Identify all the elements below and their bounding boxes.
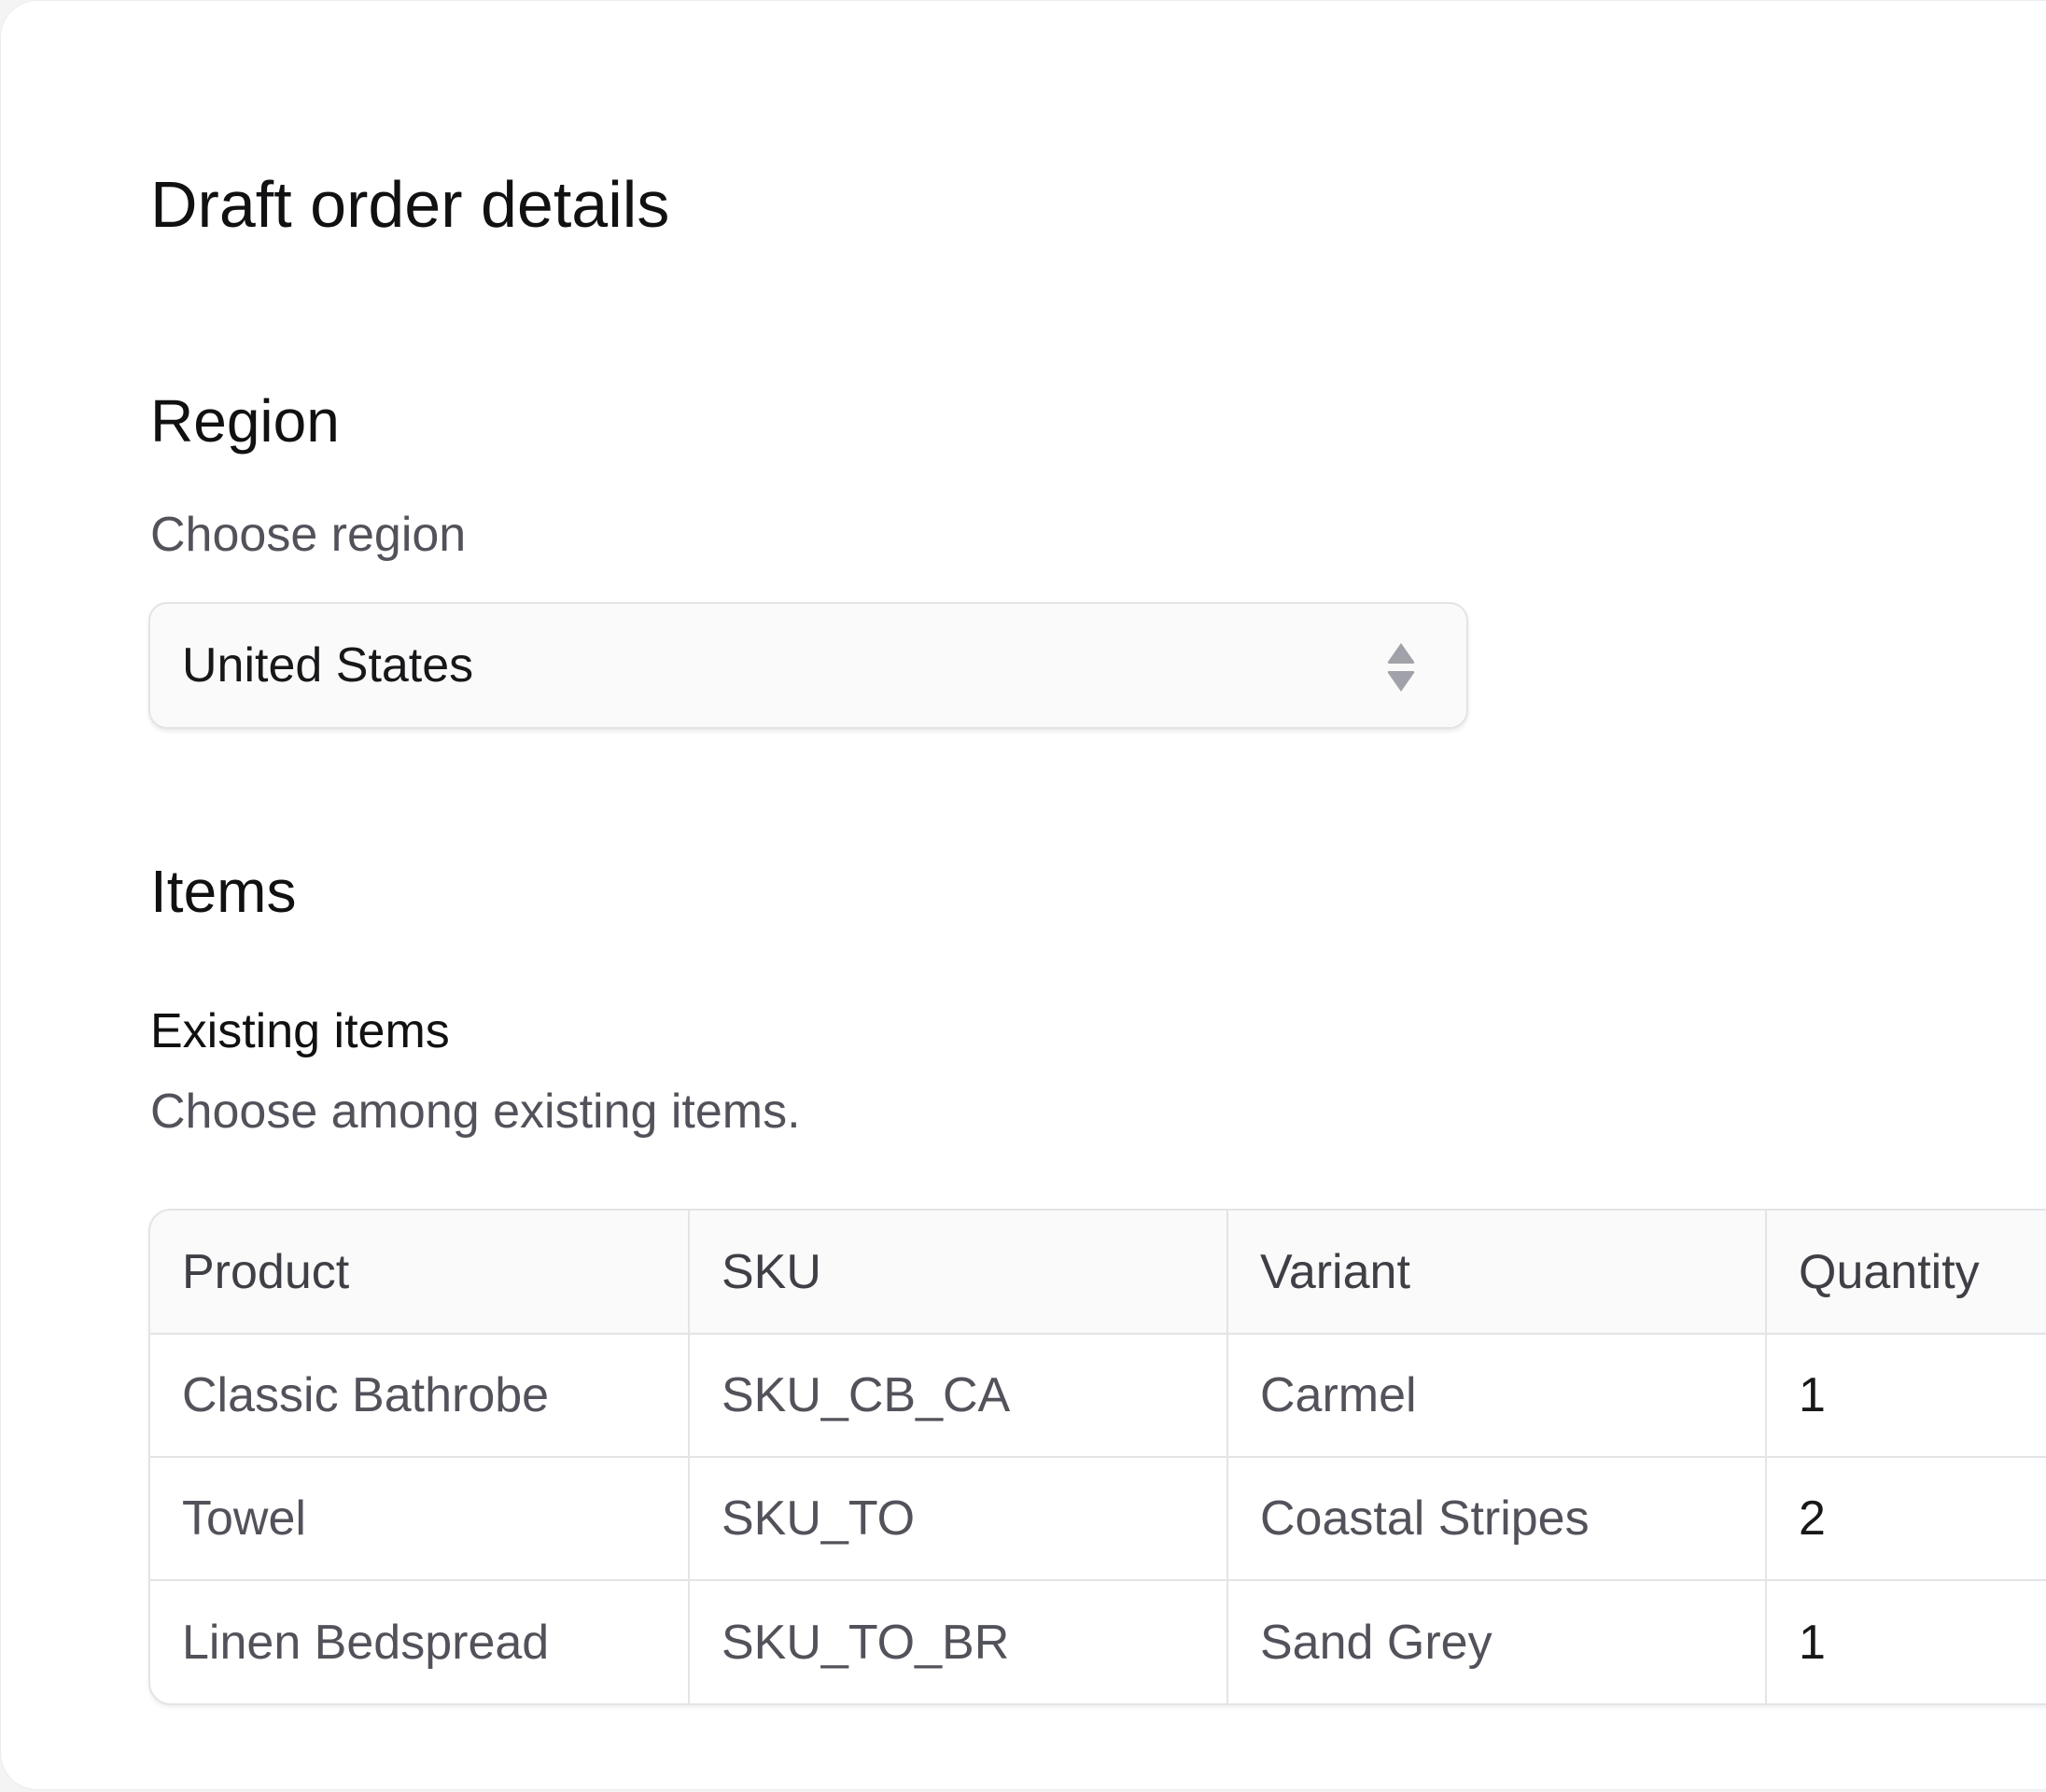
draft-order-card: Draft order details Region Choose region… — [0, 0, 2046, 1790]
existing-items-description: Choose among existing items. — [150, 1085, 801, 1139]
table-row[interactable]: Linen Bedspread SKU_TO_BR Sand Grey 1 — [150, 1580, 2046, 1703]
page-title: Draft order details — [150, 168, 670, 241]
chevron-up-down-icon — [1384, 639, 1418, 695]
cell-variant: Sand Grey — [1227, 1580, 1767, 1703]
cell-sku: SKU_TO — [689, 1457, 1228, 1581]
region-label: Choose region — [150, 508, 467, 562]
cell-variant: Carmel — [1227, 1334, 1767, 1458]
region-select[interactable]: United States — [148, 602, 1468, 729]
cell-sku: SKU_CB_CA — [689, 1334, 1228, 1458]
existing-items-table: Product SKU Variant Quantity Classic Bat… — [148, 1209, 2046, 1705]
existing-items-heading: Existing items — [150, 1004, 450, 1058]
region-select-value: United States — [182, 638, 474, 693]
cell-quantity: 1 — [1766, 1580, 2046, 1703]
cell-product: Linen Bedspread — [150, 1580, 690, 1703]
column-header-sku: SKU — [689, 1211, 1228, 1335]
table-header-row: Product SKU Variant Quantity — [150, 1211, 2046, 1335]
column-header-quantity: Quantity — [1766, 1211, 2046, 1335]
column-header-variant: Variant — [1227, 1211, 1767, 1335]
cell-sku: SKU_TO_BR — [689, 1580, 1228, 1703]
cell-quantity: 2 — [1766, 1457, 2046, 1581]
column-header-product: Product — [150, 1211, 690, 1335]
region-heading: Region — [150, 387, 340, 455]
table-row[interactable]: Classic Bathrobe SKU_CB_CA Carmel 1 — [150, 1334, 2046, 1458]
cell-quantity: 1 — [1766, 1334, 2046, 1458]
cell-variant: Coastal Stripes — [1227, 1457, 1767, 1581]
cell-product: Towel — [150, 1457, 690, 1581]
items-heading: Items — [150, 858, 297, 925]
cell-product: Classic Bathrobe — [150, 1334, 690, 1458]
table-row[interactable]: Towel SKU_TO Coastal Stripes 2 — [150, 1457, 2046, 1581]
